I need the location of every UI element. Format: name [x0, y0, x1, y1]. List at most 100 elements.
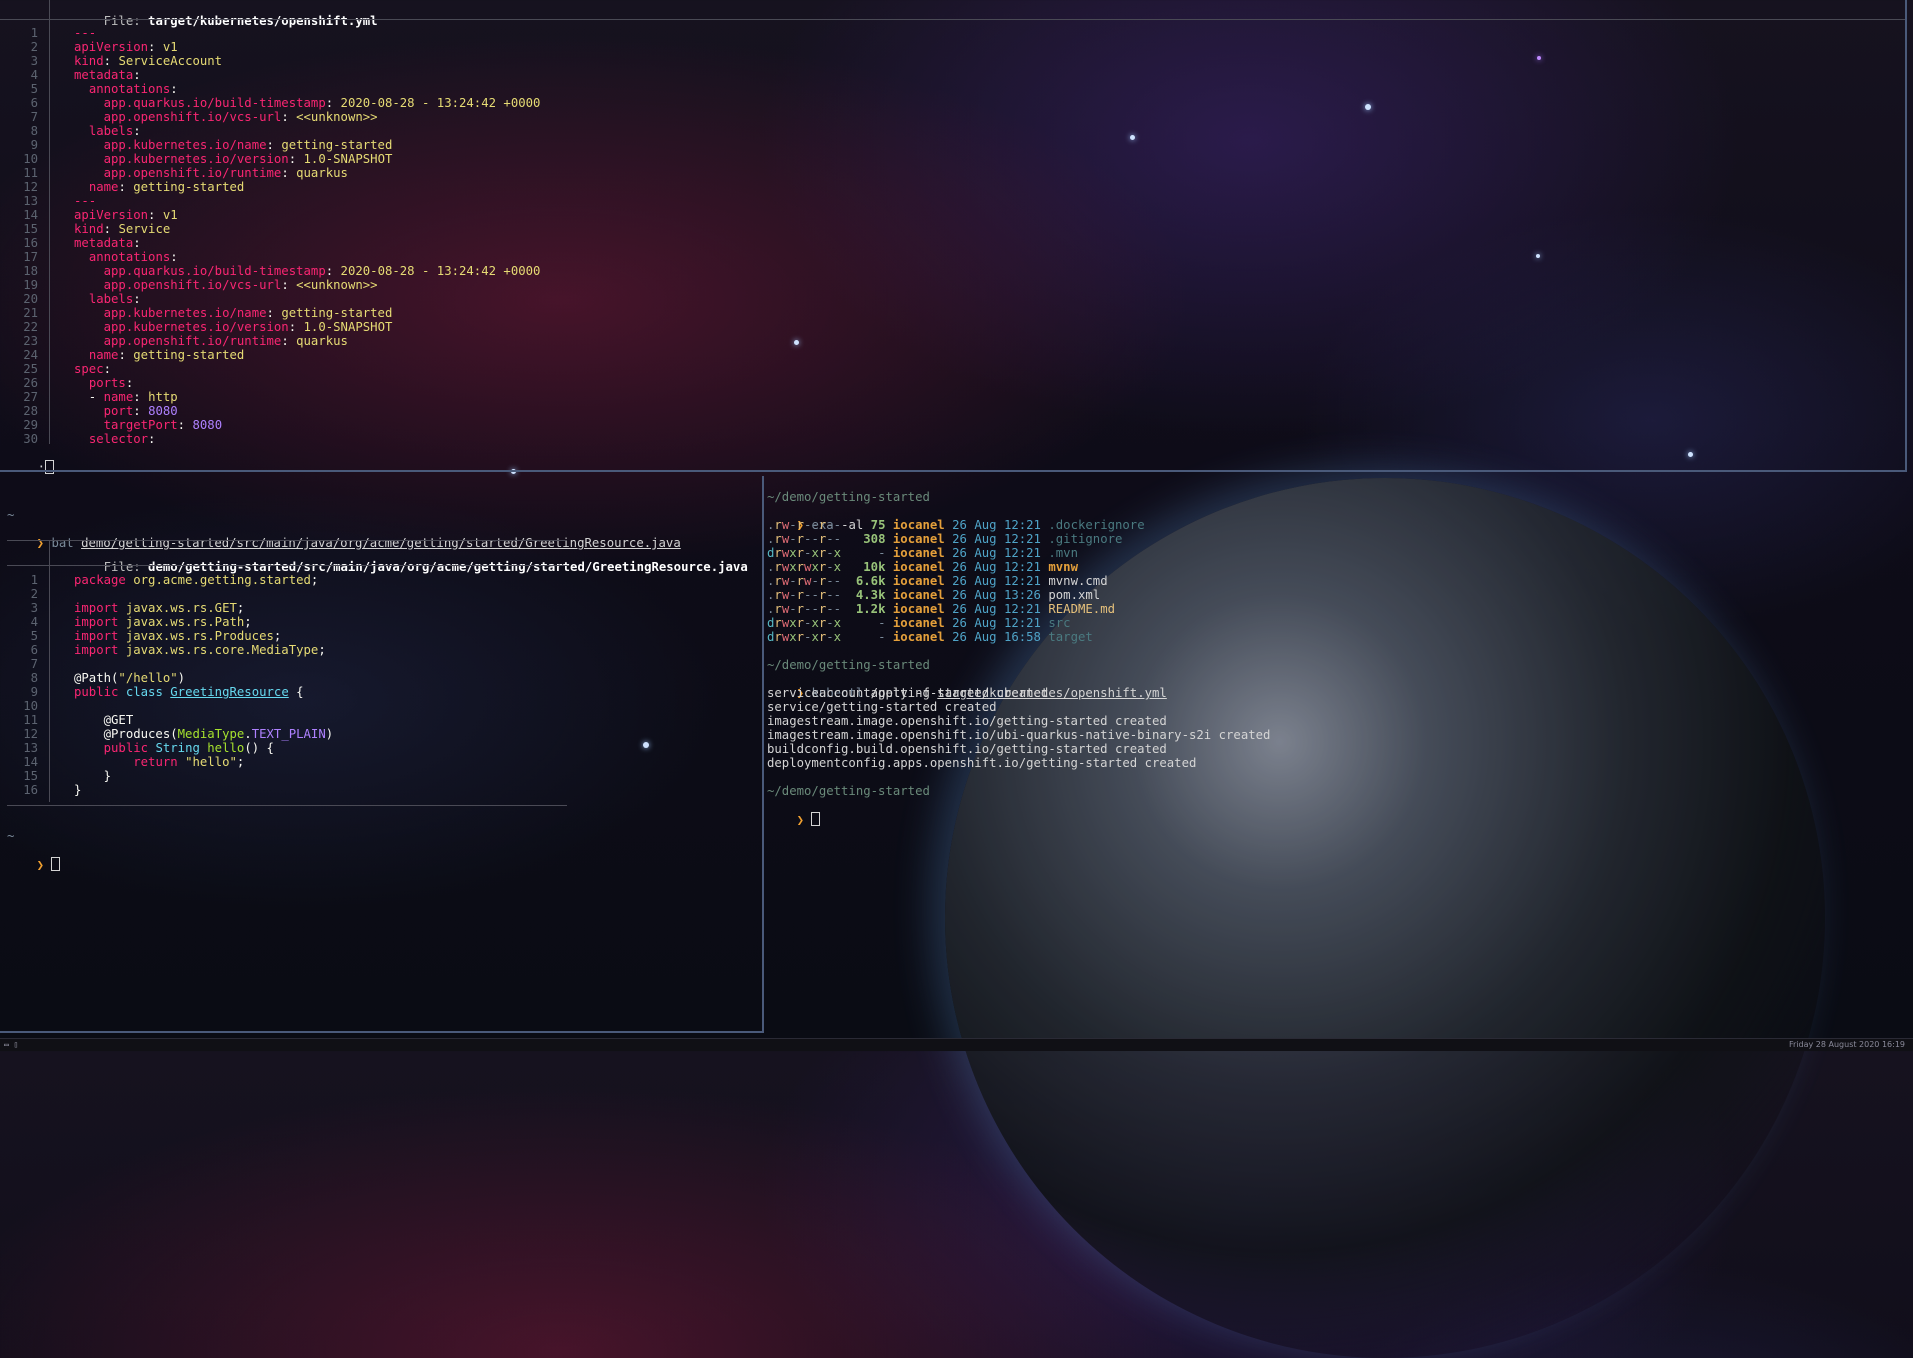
prompt-symbol: ❯: [796, 813, 805, 827]
file-owner: iocanel: [892, 588, 945, 602]
file-label: File:: [103, 560, 149, 574]
code-line: 7: [0, 657, 333, 671]
code-token: labels: [88, 124, 134, 138]
code-line: 10: [0, 699, 333, 713]
file-perms: .rw-r--r--: [767, 532, 842, 546]
code-line: 20 labels:: [0, 292, 540, 306]
code-token: }: [74, 783, 82, 797]
file-perms: .rw-r--r--: [767, 588, 842, 602]
file-size: 6.6k: [841, 574, 893, 588]
code-token: "hello": [185, 755, 237, 769]
code-line: 16 metadata:: [0, 236, 540, 250]
code-token: :: [288, 320, 304, 334]
file-entry: .rw-r--r-- 4.3k iocanel 26 Aug 13:26 pom…: [767, 588, 1145, 602]
code-line: 22 app.kubernetes.io/version: 1.0-SNAPSH…: [0, 320, 540, 334]
code-token: TEXT_PLAIN: [251, 727, 326, 741]
status-bar: ▭ ▯ Friday 28 August 2020 16:19: [0, 1038, 1913, 1051]
pager-prompt[interactable]: :: [8, 446, 55, 475]
code-line: 21 app.kubernetes.io/name: getting-start…: [0, 306, 540, 320]
code-token: :: [170, 250, 178, 264]
line-number: 16: [23, 783, 38, 797]
code-line: 26 ports:: [0, 376, 540, 390]
file-owner: iocanel: [892, 546, 945, 560]
code-token: import: [74, 615, 119, 629]
code-token: String: [155, 741, 200, 755]
code-token: getting-started: [281, 138, 393, 152]
code-token: .: [244, 727, 252, 741]
code-token: port: [103, 404, 134, 418]
code-token: ports: [88, 376, 126, 390]
line-number: 17: [23, 250, 38, 264]
line-number: 14: [23, 208, 38, 222]
code-token: ;: [318, 643, 326, 657]
code-token: getting-started: [281, 306, 393, 320]
code-line: 24 name: getting-started: [0, 348, 540, 362]
shell-prompt[interactable]: ❯: [767, 798, 821, 827]
code-token: app.openshift.io/runtime: [103, 166, 282, 180]
code-token: 8080: [148, 404, 178, 418]
left-terminal-pane[interactable]: ~ ❯ bat demo/getting-started/src/main/ja…: [0, 476, 762, 1031]
code-token: 1.0-SNAPSHOT: [303, 152, 393, 166]
code-token: :: [103, 54, 119, 68]
code-token: v1: [162, 208, 178, 222]
code-line: 12 @Produces(MediaType.TEXT_PLAIN): [0, 727, 333, 741]
file-name: .mvn: [1048, 546, 1078, 560]
code-token: :: [148, 208, 163, 222]
line-number: 5: [30, 82, 38, 96]
file-size: 1.2k: [841, 602, 893, 616]
file-name: pom.xml: [1048, 588, 1101, 602]
code-token: }: [74, 769, 112, 783]
command-line: ❯ exa -al: [767, 504, 864, 532]
code-token: ;: [236, 601, 245, 615]
code-token: :: [118, 180, 134, 194]
code-line: 2: [0, 587, 333, 601]
file-size: -: [841, 630, 893, 644]
footer-separator: [7, 805, 567, 806]
cwd-line: ~/demo/getting-started: [767, 784, 930, 798]
code-token: :: [281, 166, 297, 180]
code-line: 1 ---: [0, 26, 540, 40]
code-token: app.kubernetes.io/version: [103, 320, 289, 334]
file-name: mvnw: [1048, 560, 1078, 574]
code-line: 3 kind: ServiceAccount: [0, 54, 540, 68]
line-number: 6: [30, 643, 38, 657]
workspace-indicator[interactable]: ▭ ▯: [4, 1040, 18, 1050]
code-token: {: [288, 685, 304, 699]
line-number: 7: [30, 110, 38, 124]
right-terminal-pane[interactable]: ~/demo/getting-started ❯ exa -al .rw-r--…: [767, 476, 1907, 1031]
clock: Friday 28 August 2020 16:19: [1788, 1040, 1905, 1049]
top-terminal-pane[interactable]: File: target/kubernetes/openshift.yml 1 -…: [0, 0, 1905, 475]
code-token: <<unknown>>: [296, 110, 378, 124]
code-token: import: [74, 629, 119, 643]
file-owner: iocanel: [892, 630, 945, 644]
code-token: () {: [244, 741, 274, 755]
line-number: 13: [23, 194, 38, 208]
code-line: 6 import javax.ws.rs.core.MediaType;: [0, 643, 333, 657]
code-token: app.kubernetes.io/name: [103, 306, 267, 320]
code-line: 23 app.openshift.io/runtime: quarkus: [0, 334, 540, 348]
file-entry: drwxr-xr-x - iocanel 26 Aug 12:21 .mvn: [767, 546, 1145, 560]
line-number: 8: [30, 671, 38, 685]
code-token: :: [281, 278, 297, 292]
file-owner: iocanel: [892, 602, 945, 616]
file-perms: .rwxrwxr-x: [767, 560, 842, 574]
file-entry: .rw-r--r-- 75 iocanel 26 Aug 12:21 .dock…: [767, 518, 1145, 532]
code-token: spec: [74, 362, 104, 376]
file-entry: .rwxrwxr-x 10k iocanel 26 Aug 12:21 mvnw: [767, 560, 1145, 574]
file-header: File: target/kubernetes/openshift.yml: [74, 0, 378, 28]
shell-prompt[interactable]: ❯: [7, 843, 61, 872]
line-number: 16: [23, 236, 38, 250]
code-token: getting-started: [133, 348, 245, 362]
code-line: 4 metadata:: [0, 68, 540, 82]
code-token: :: [281, 334, 297, 348]
code-token: ---: [74, 26, 97, 40]
pane-divider: [762, 476, 764, 1032]
